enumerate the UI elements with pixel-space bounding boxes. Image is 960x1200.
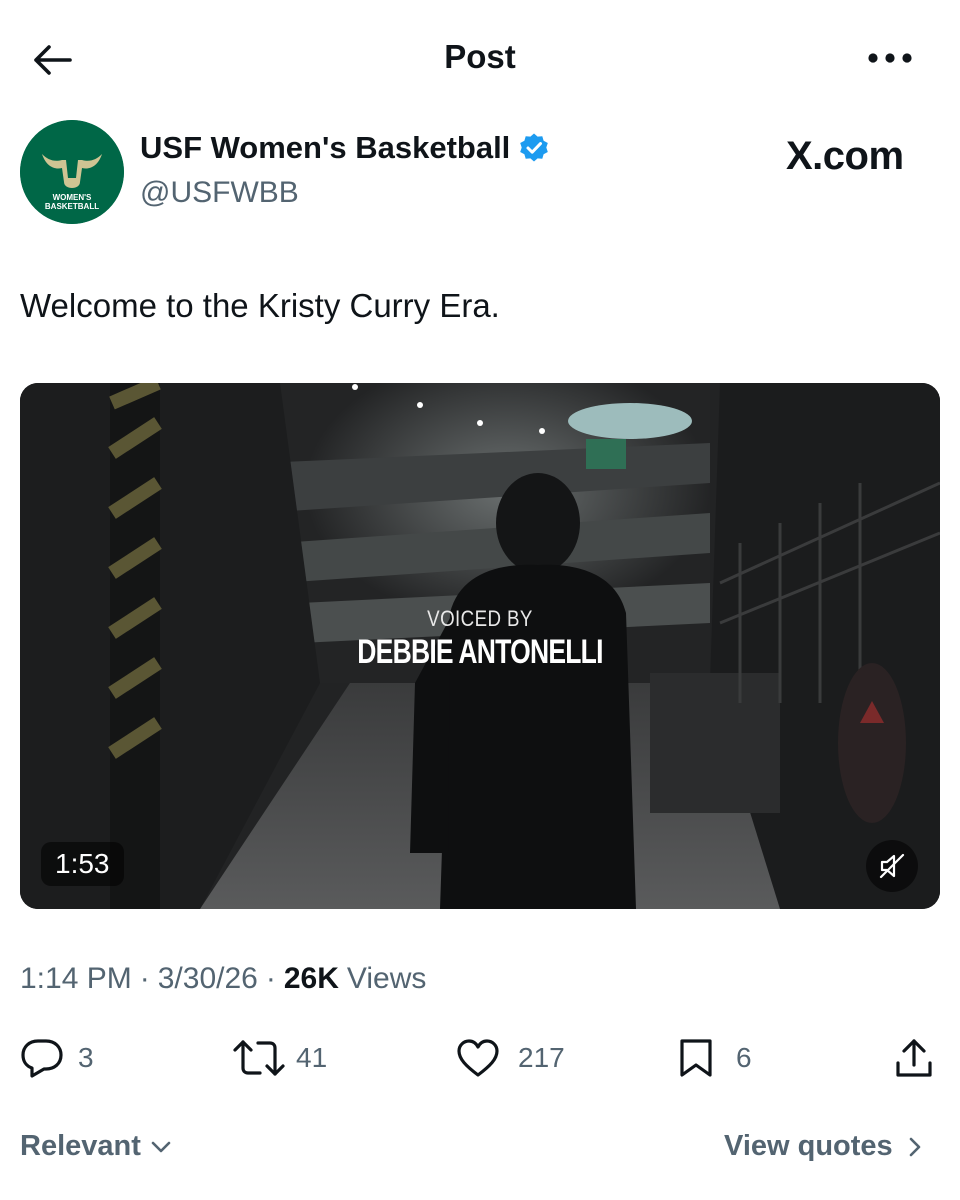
- like-count: 217: [518, 1042, 565, 1073]
- verified-badge-icon: [520, 133, 549, 162]
- usf-bulls-logo: WOMEN'S BASKETBALL: [20, 120, 124, 224]
- views-count: 26K: [283, 962, 339, 995]
- meta-separator: ·: [139, 962, 150, 995]
- repost-button[interactable]: 41: [232, 1034, 327, 1082]
- author-name-link[interactable]: USF Women's Basketball: [140, 130, 550, 166]
- post-date[interactable]: 3/30/26: [158, 962, 258, 996]
- video-caption-line1: VOICED BY: [427, 606, 533, 631]
- repost-icon: [233, 1040, 285, 1076]
- repost-count: 41: [296, 1042, 328, 1073]
- mute-button[interactable]: [866, 840, 918, 892]
- sound-off-icon: [879, 853, 905, 879]
- sort-label: Relevant: [20, 1130, 141, 1162]
- post-meta: 1:14 PM · 3/30/26 · 26K Views: [20, 962, 426, 996]
- avatar[interactable]: WOMEN'S BASKETBALL: [20, 120, 124, 224]
- heart-icon: [457, 1039, 499, 1077]
- chevron-right-icon: [909, 1137, 920, 1156]
- bookmark-button[interactable]: 6: [678, 1034, 752, 1082]
- reply-icon: [21, 1039, 63, 1078]
- post-time[interactable]: 1:14 PM: [20, 962, 132, 996]
- like-button[interactable]: 217: [456, 1034, 565, 1082]
- more-horizontal-icon: [868, 53, 912, 63]
- svg-text:WOMEN'S: WOMEN'S: [53, 193, 92, 202]
- video-caption-overlay: VOICED BY DEBBIE ANTONELLI: [0, 606, 960, 672]
- post-text: Welcome to the Kristy Curry Era.: [20, 287, 500, 324]
- video-duration: 1:53: [41, 842, 124, 886]
- more-options-button[interactable]: [862, 36, 918, 80]
- reply-button[interactable]: 3: [20, 1034, 94, 1082]
- share-icon: [896, 1039, 932, 1077]
- chevron-down-icon: [151, 1141, 171, 1152]
- page-title: Post: [444, 38, 516, 75]
- video-caption-line2: DEBBIE ANTONELLI: [357, 633, 603, 671]
- meta-separator: ·: [265, 962, 276, 995]
- share-button[interactable]: [894, 1034, 934, 1082]
- author-handle[interactable]: @USFWBB: [140, 176, 299, 210]
- x-com-watermark: X.com: [786, 134, 904, 178]
- view-quotes-link[interactable]: View quotes: [724, 1130, 927, 1163]
- bookmark-icon: [680, 1039, 712, 1077]
- svg-text:BASKETBALL: BASKETBALL: [45, 202, 99, 211]
- top-bar: Post: [0, 0, 960, 118]
- author-name: USF Women's Basketball: [140, 130, 511, 165]
- reply-count: 3: [78, 1042, 94, 1073]
- views-label: Views: [346, 962, 427, 995]
- sort-replies-dropdown[interactable]: Relevant: [20, 1130, 173, 1163]
- view-quotes-label: View quotes: [724, 1130, 893, 1162]
- bookmark-count: 6: [736, 1042, 752, 1073]
